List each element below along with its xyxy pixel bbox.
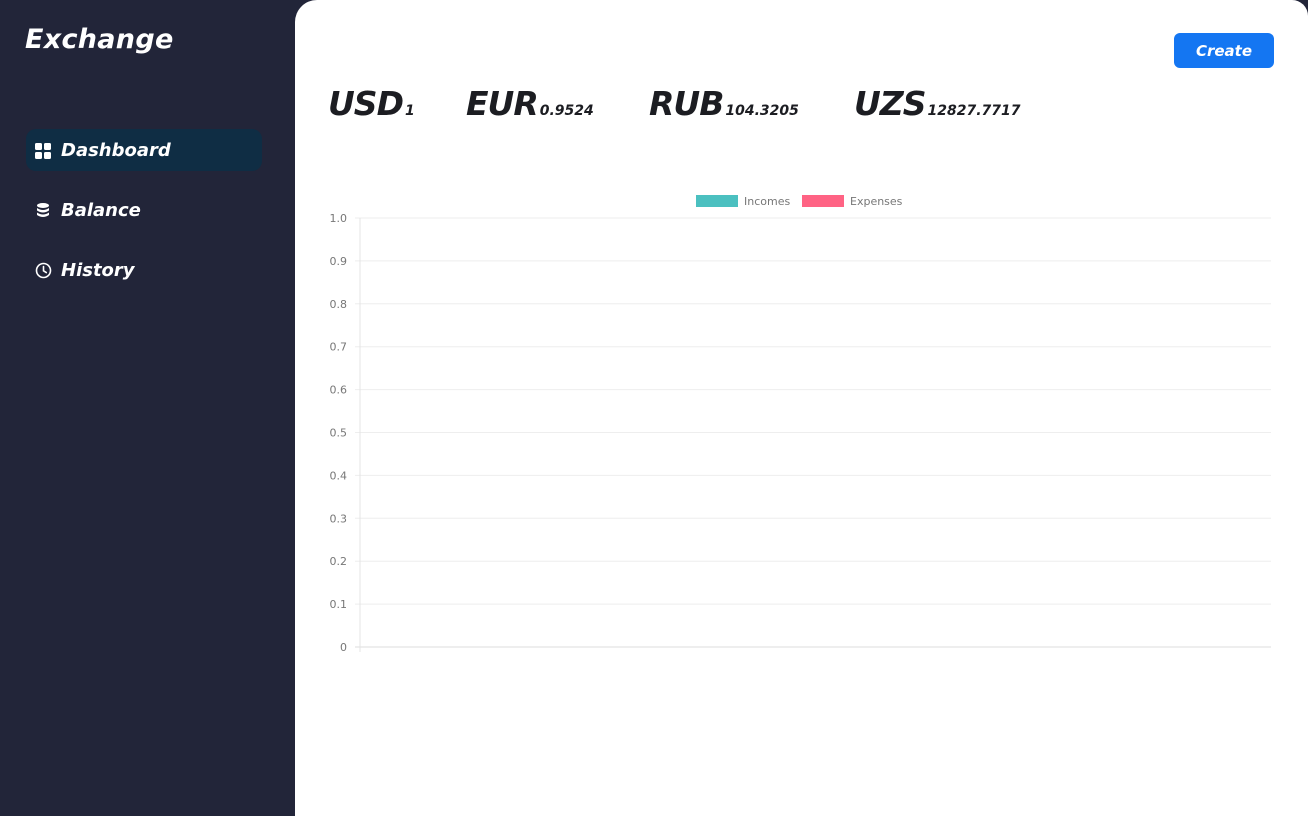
sidebar-item-balance[interactable]: Balance	[26, 189, 262, 231]
legend-label-expenses[interactable]: Expenses	[850, 195, 903, 208]
y-tick-label: 0.7	[330, 341, 348, 354]
y-tick-label: 0.5	[330, 427, 348, 440]
sidebar-item-label: Dashboard	[61, 139, 171, 161]
sidebar-item-label: History	[61, 259, 135, 281]
main-panel: Create USD 1 EUR 0.9524 RUB 104.3205 UZS 128…	[295, 0, 1308, 816]
sidebar: Exchange Dashboard Balance History	[0, 0, 295, 816]
y-tick-label: 0	[340, 641, 347, 654]
y-tick-label: 0.4	[330, 469, 348, 482]
y-tick-label: 0.6	[330, 384, 348, 397]
y-tick-label: 1.0	[330, 212, 348, 225]
y-tick-label: 0.8	[330, 298, 348, 311]
income-expense-chart: 1.0 0.9 0.8 0.7 0.6 0.5 0.4 0.3 0.2 0.1 0 Incomes E…	[330, 195, 1271, 654]
sidebar-item-label: Balance	[61, 199, 141, 221]
app-title: Exchange	[25, 24, 174, 55]
y-tick-label: 0.3	[330, 512, 348, 525]
y-tick-label: 0.2	[330, 555, 348, 568]
legend-swatch-incomes[interactable]	[696, 195, 738, 207]
legend-label-incomes[interactable]: Incomes	[744, 195, 790, 208]
clock-icon	[35, 262, 52, 279]
dashboard-grid-icon	[35, 142, 52, 159]
legend-swatch-expenses[interactable]	[802, 195, 844, 207]
y-tick-label: 0.9	[330, 255, 348, 268]
y-tick-label: 0.1	[330, 598, 348, 611]
database-coins-icon	[35, 202, 52, 219]
sidebar-item-dashboard[interactable]: Dashboard	[26, 129, 262, 171]
sidebar-item-history[interactable]: History	[26, 249, 262, 291]
